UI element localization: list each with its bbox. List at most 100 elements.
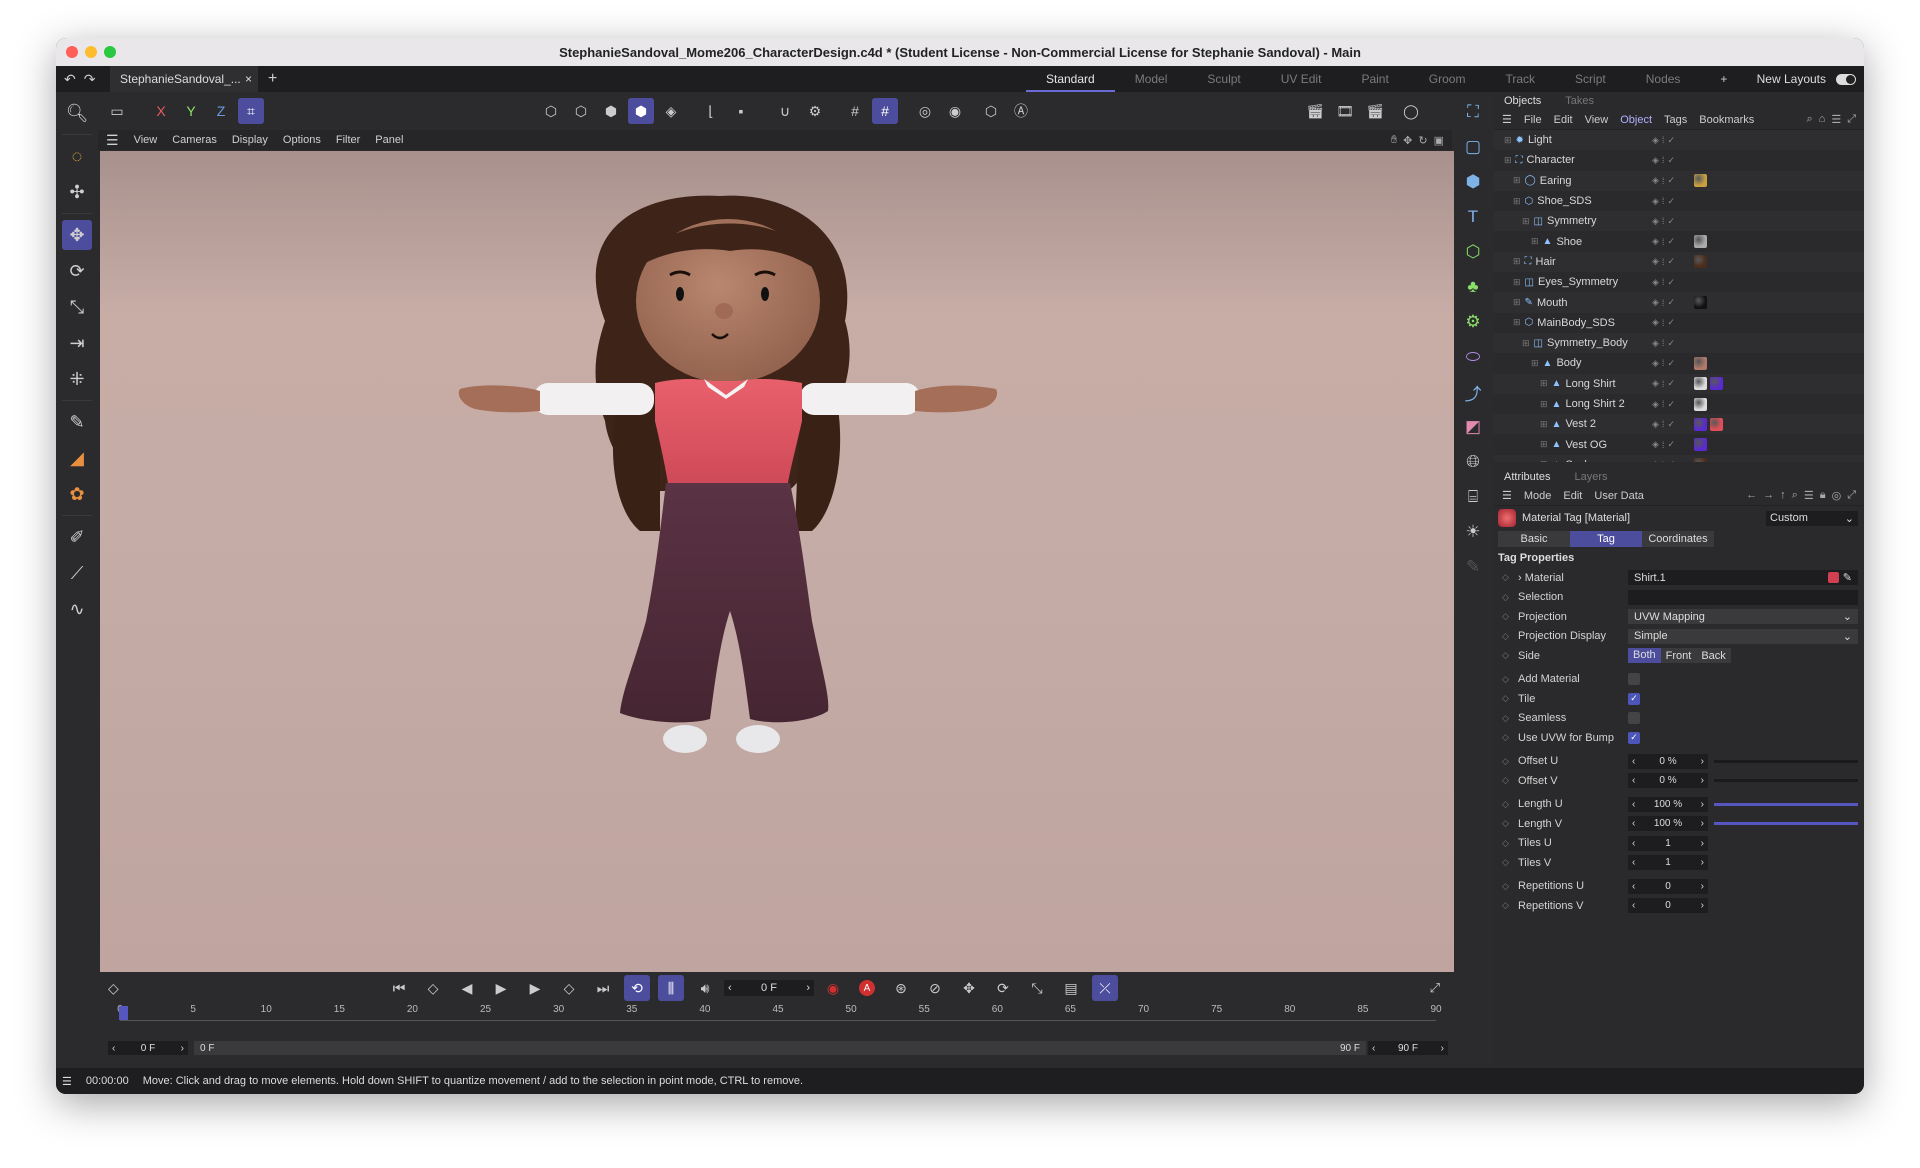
visibility-flags[interactable]: ◈⁞✓: [1652, 317, 1675, 328]
visibility-dots-icon[interactable]: ⁞: [1662, 419, 1665, 429]
visibility-dots-icon[interactable]: ⁞: [1662, 399, 1665, 409]
filter-icon[interactable]: ☰: [1831, 113, 1841, 126]
numeric-stepper[interactable]: ‹ 0 ›: [1628, 898, 1708, 914]
visibility-dots-icon[interactable]: ⁞: [1662, 196, 1665, 206]
model-mode-icon[interactable]: ⬢: [628, 98, 654, 124]
material-tag-icon[interactable]: [1694, 458, 1707, 462]
material-tag-icon[interactable]: [1694, 397, 1707, 411]
camera-icon[interactable]: ⌸: [1458, 482, 1488, 512]
visibility-dots-icon[interactable]: ⁞: [1662, 155, 1665, 165]
visibility-dots-icon[interactable]: ⁞: [1662, 318, 1665, 328]
tree-row[interactable]: ⊞ ◫ Symmetry ◈ ⁞ ✓: [1494, 211, 1864, 232]
objects-menu-icon[interactable]: ☰: [1502, 113, 1512, 126]
enabled-check-icon[interactable]: ✓: [1667, 155, 1675, 166]
material-tag-icon[interactable]: [1710, 417, 1723, 431]
layer-icon[interactable]: ◈: [1652, 236, 1659, 247]
visibility-flags[interactable]: ◈⁞✓: [1652, 358, 1675, 369]
projection-display-select[interactable]: Simple ⌄: [1628, 628, 1858, 644]
end-increment-icon[interactable]: ›: [1441, 1043, 1444, 1054]
frame-increment-icon[interactable]: ›: [806, 982, 810, 994]
close-window-button[interactable]: [66, 46, 78, 58]
visibility-dots-icon[interactable]: ⁞: [1662, 298, 1665, 308]
tree-row[interactable]: ⊞ ◯ Earing ◈ ⁞ ✓: [1494, 170, 1864, 191]
expand-toggle-icon[interactable]: ⊞: [1540, 378, 1548, 389]
expand-toggle-icon[interactable]: ⊞: [1522, 216, 1530, 227]
value-slider[interactable]: [1714, 802, 1858, 806]
subtab-basic[interactable]: Basic: [1498, 531, 1570, 547]
visibility-dots-icon[interactable]: ⁞: [1662, 135, 1665, 145]
expand-toggle-icon[interactable]: ⊞: [1504, 155, 1512, 166]
visibility-flags[interactable]: ◈⁞✓: [1652, 378, 1675, 389]
layer-icon[interactable]: ◈: [1652, 135, 1659, 146]
start-increment-icon[interactable]: ›: [181, 1043, 184, 1054]
document-tab[interactable]: StephanieSandoval_... ×: [110, 66, 258, 92]
layer-icon[interactable]: ◈: [1652, 419, 1659, 430]
enabled-check-icon[interactable]: ✓: [1667, 459, 1675, 462]
polygon-pen-icon[interactable]: ◢: [62, 443, 92, 473]
rotate-view-icon[interactable]: ↻: [1418, 134, 1427, 147]
objects-menu-file[interactable]: File: [1524, 114, 1542, 126]
brush-icon[interactable]: ✐: [62, 522, 92, 552]
visibility-flags[interactable]: ◈⁞✓: [1652, 155, 1675, 166]
enabled-check-icon[interactable]: ✓: [1667, 419, 1675, 430]
expand-toggle-icon[interactable]: ⊞: [1540, 439, 1548, 450]
layer-icon[interactable]: ◈: [1652, 358, 1659, 369]
layer-icon[interactable]: ◈: [1652, 196, 1659, 207]
pan-icon[interactable]: ✋︎: [1391, 134, 1397, 147]
timeline-ruler[interactable]: 051015202530354045505560657075808590: [98, 1004, 1452, 1038]
light-icon[interactable]: ☀: [1458, 517, 1488, 547]
position-key-icon[interactable]: ✥: [956, 975, 982, 1001]
previous-key-icon[interactable]: ◇: [420, 975, 446, 1001]
null-object-icon[interactable]: ⛶: [1458, 97, 1488, 127]
workplane-icon[interactable]: ◎: [912, 98, 938, 124]
layer-icon[interactable]: ◈: [1652, 277, 1659, 288]
enabled-check-icon[interactable]: ✓: [1667, 236, 1675, 247]
tree-row[interactable]: ⊞ ✹ Light ◈ ⁞ ✓: [1494, 130, 1864, 151]
mode-select[interactable]: Custom ⌄: [1766, 510, 1858, 526]
move-icon[interactable]: ✥: [62, 220, 92, 250]
viewport[interactable]: [100, 151, 1454, 972]
spline-icon[interactable]: ⤴: [1458, 377, 1488, 407]
increment-icon[interactable]: ›: [1701, 900, 1704, 911]
deformer-icon[interactable]: ⚙: [1458, 307, 1488, 337]
attributes-menu-edit[interactable]: Edit: [1563, 490, 1582, 502]
selection-field[interactable]: [1628, 589, 1858, 605]
render-picture-viewer-icon[interactable]: 🎞︎: [1332, 98, 1358, 124]
expand-toggle-icon[interactable]: ⊞: [1531, 358, 1539, 369]
side-back[interactable]: Back: [1696, 650, 1730, 662]
sketch-icon[interactable]: ∿: [62, 594, 92, 624]
target-icon[interactable]: ◎: [1832, 489, 1842, 502]
visibility-flags[interactable]: ◈⁞✓: [1652, 236, 1675, 247]
side-front[interactable]: Front: [1661, 650, 1697, 662]
material-tag-icon[interactable]: [1710, 377, 1723, 391]
expand-toggle-icon[interactable]: ⊞: [1513, 277, 1521, 288]
side-both[interactable]: Both: [1628, 648, 1661, 664]
enabled-check-icon[interactable]: ✓: [1667, 317, 1675, 328]
objects-menu-edit[interactable]: Edit: [1554, 114, 1573, 126]
layout-tab-model[interactable]: Model: [1115, 66, 1188, 92]
eyedropper-icon[interactable]: ✎: [1843, 571, 1852, 584]
attr-expand-icon[interactable]: ⤢: [1847, 489, 1856, 502]
magnet-icon[interactable]: ∪: [772, 98, 798, 124]
axis-y-button[interactable]: Y: [178, 98, 204, 124]
material-tag-icon[interactable]: [1694, 417, 1707, 431]
keyframe-diamond-icon[interactable]: ◇: [1502, 631, 1509, 642]
status-menu-icon[interactable]: ☰: [62, 1075, 72, 1088]
expand-toggle-icon[interactable]: ⊞: [1513, 256, 1521, 267]
keyframe-diamond-icon[interactable]: ◇: [1502, 650, 1509, 661]
new-tab-button[interactable]: +: [268, 70, 277, 88]
layout-tab-nodes[interactable]: Nodes: [1626, 66, 1701, 92]
visibility-flags[interactable]: ◈⁞✓: [1652, 419, 1675, 430]
keyframe-diamond-icon[interactable]: ◇: [1502, 900, 1509, 911]
tree-row[interactable]: ⊞ ▲ Long Shirt 2 ◈ ⁞ ✓: [1494, 394, 1864, 414]
visibility-flags[interactable]: ◈⁞✓: [1652, 297, 1675, 308]
text-icon[interactable]: T: [1458, 202, 1488, 232]
previous-frame-icon[interactable]: ◀: [454, 975, 480, 1001]
lock-icon[interactable]: 🔒︎: [1820, 489, 1826, 502]
next-frame-icon[interactable]: ▶: [522, 975, 548, 1001]
value-slider[interactable]: [1714, 822, 1858, 825]
go-to-start-icon[interactable]: ⏮: [386, 975, 412, 1001]
tree-row[interactable]: ⊞ ⛶ Character ◈ ⁞ ✓: [1494, 150, 1864, 170]
attr-filter-icon[interactable]: ☰: [1804, 489, 1814, 502]
enabled-check-icon[interactable]: ✓: [1667, 358, 1675, 369]
